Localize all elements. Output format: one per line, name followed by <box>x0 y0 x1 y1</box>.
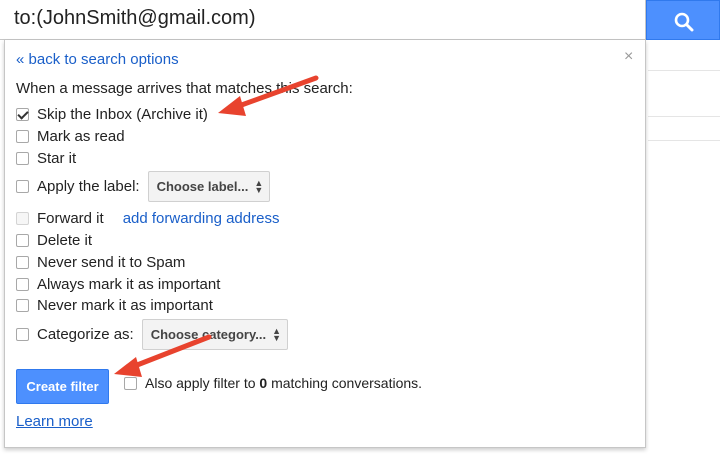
also-apply-checkbox[interactable] <box>124 376 137 390</box>
star-label: Star it <box>37 150 77 167</box>
background-divider <box>648 140 720 141</box>
option-always-important: Always mark it as important <box>16 276 220 293</box>
always-important-label: Always mark it as important <box>37 276 221 293</box>
option-categorize: Categorize as: Choose category... ▲ ▼ <box>16 319 288 350</box>
create-filter-button[interactable]: Create filter <box>16 369 109 404</box>
option-star: Star it <box>16 150 76 167</box>
search-icon <box>674 12 694 32</box>
filter-intro-text: When a message arrives that matches this… <box>16 80 353 97</box>
option-never-spam: Never send it to Spam <box>16 254 185 271</box>
search-bar <box>0 0 646 40</box>
add-forwarding-address-link[interactable]: add forwarding address <box>123 210 280 227</box>
choose-label-value: Choose label... <box>156 179 249 194</box>
learn-more-link[interactable]: Learn more <box>16 413 93 430</box>
apply-label-label: Apply the label: <box>37 178 140 195</box>
forward-label: Forward it <box>37 210 104 227</box>
also-apply-label: Also apply filter to 0 matching conversa… <box>145 375 422 391</box>
option-mark-read: Mark as read <box>16 128 125 145</box>
background-divider <box>648 70 720 71</box>
option-delete: Delete it <box>16 232 92 249</box>
option-forward: Forward it add forwarding address <box>16 210 279 227</box>
updown-chevron-icon: ▲ ▼ <box>272 325 281 343</box>
updown-chevron-icon: ▲ ▼ <box>254 177 264 195</box>
forward-checkbox[interactable] <box>16 212 29 225</box>
star-checkbox[interactable] <box>16 152 29 165</box>
close-icon[interactable]: × <box>624 48 633 66</box>
back-to-search-options-link[interactable]: « back to search options <box>16 51 179 68</box>
skip-inbox-label: Skip the Inbox (Archive it) <box>37 106 208 123</box>
option-skip-inbox: Skip the Inbox (Archive it) <box>16 106 208 123</box>
mark-read-checkbox[interactable] <box>16 130 29 143</box>
never-important-label: Never mark it as important <box>37 297 213 314</box>
background-divider <box>648 116 720 117</box>
categorize-label: Categorize as: <box>37 326 134 343</box>
search-button[interactable] <box>646 0 720 40</box>
filter-panel: « back to search options × When a messag… <box>4 40 646 448</box>
option-also-apply: Also apply filter to 0 matching conversa… <box>124 375 422 391</box>
never-spam-label: Never send it to Spam <box>37 254 186 271</box>
search-input[interactable] <box>14 7 634 30</box>
also-apply-suffix: matching conversations. <box>267 375 423 391</box>
always-important-checkbox[interactable] <box>16 278 29 291</box>
also-apply-prefix: Also apply filter to <box>145 375 260 391</box>
choose-category-value: Choose category... <box>150 327 267 342</box>
choose-label-select[interactable]: Choose label... ▲ ▼ <box>147 171 271 202</box>
delete-checkbox[interactable] <box>16 234 29 247</box>
delete-label: Delete it <box>37 232 93 249</box>
mark-read-label: Mark as read <box>37 128 125 145</box>
skip-inbox-checkbox[interactable] <box>16 108 29 121</box>
apply-label-checkbox[interactable] <box>16 180 29 193</box>
categorize-checkbox[interactable] <box>16 328 29 341</box>
option-apply-label: Apply the label: Choose label... ▲ ▼ <box>16 171 271 202</box>
never-spam-checkbox[interactable] <box>16 256 29 269</box>
never-important-checkbox[interactable] <box>16 299 29 312</box>
choose-category-select[interactable]: Choose category... ▲ ▼ <box>141 319 288 350</box>
option-never-important: Never mark it as important <box>16 297 213 314</box>
